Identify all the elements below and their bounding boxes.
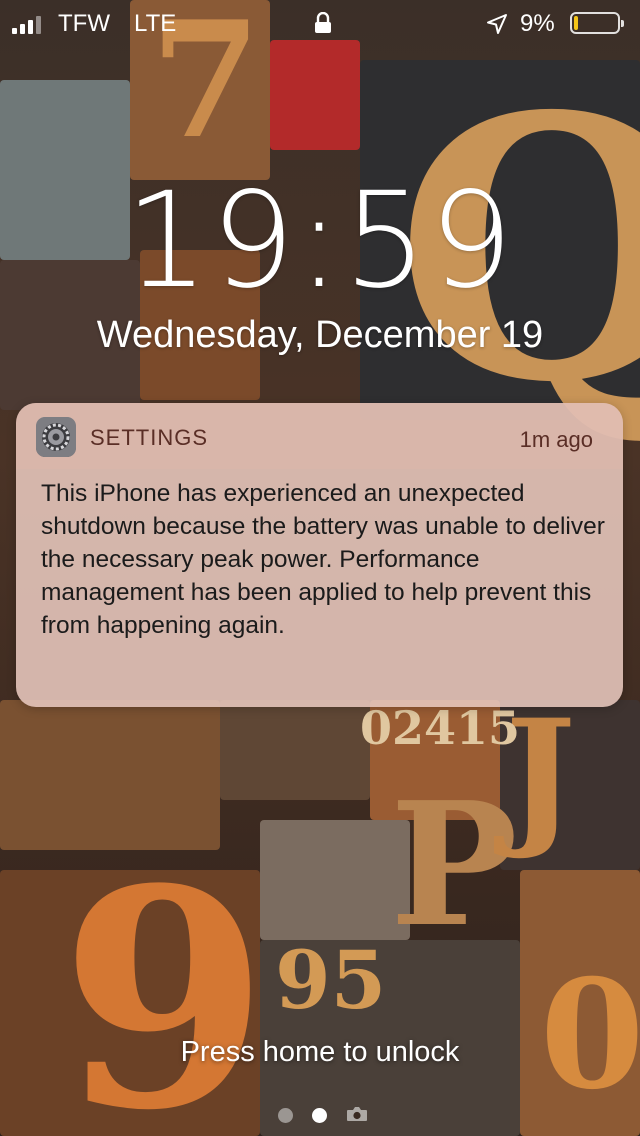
clock-date: Wednesday, December 19 [96,314,544,356]
battery-level [574,16,578,30]
lock-icon [315,12,331,33]
notification-time: 1m ago [519,427,593,452]
lock-screen: Q 7 9 P 95 J 0 02415 TFW LTE 9% 19:59 We… [0,0,640,1136]
notification-message: This iPhone has experienced an unexpecte… [41,480,605,639]
page-dot-current[interactable] [312,1108,327,1123]
carrier-name: TFW [58,10,110,37]
battery-percent: 9% [520,10,555,37]
network-type: LTE [134,10,177,37]
location-icon [487,14,507,34]
signal-icon [12,14,41,34]
notification-card[interactable]: SETTINGS 1m ago This iPhone has experien… [16,403,623,707]
battery-icon [570,12,624,34]
status-bar: TFW LTE 9% [0,0,640,48]
page-dot[interactable] [278,1108,293,1123]
notification-app-name: SETTINGS [90,425,209,450]
notification-header: SETTINGS 1m ago [16,403,623,469]
unlock-hint: Press home to unlock [180,1036,460,1068]
camera-icon[interactable] [346,1106,368,1122]
settings-gear-icon [36,417,76,457]
clock-time: 19:59 [124,164,516,318]
